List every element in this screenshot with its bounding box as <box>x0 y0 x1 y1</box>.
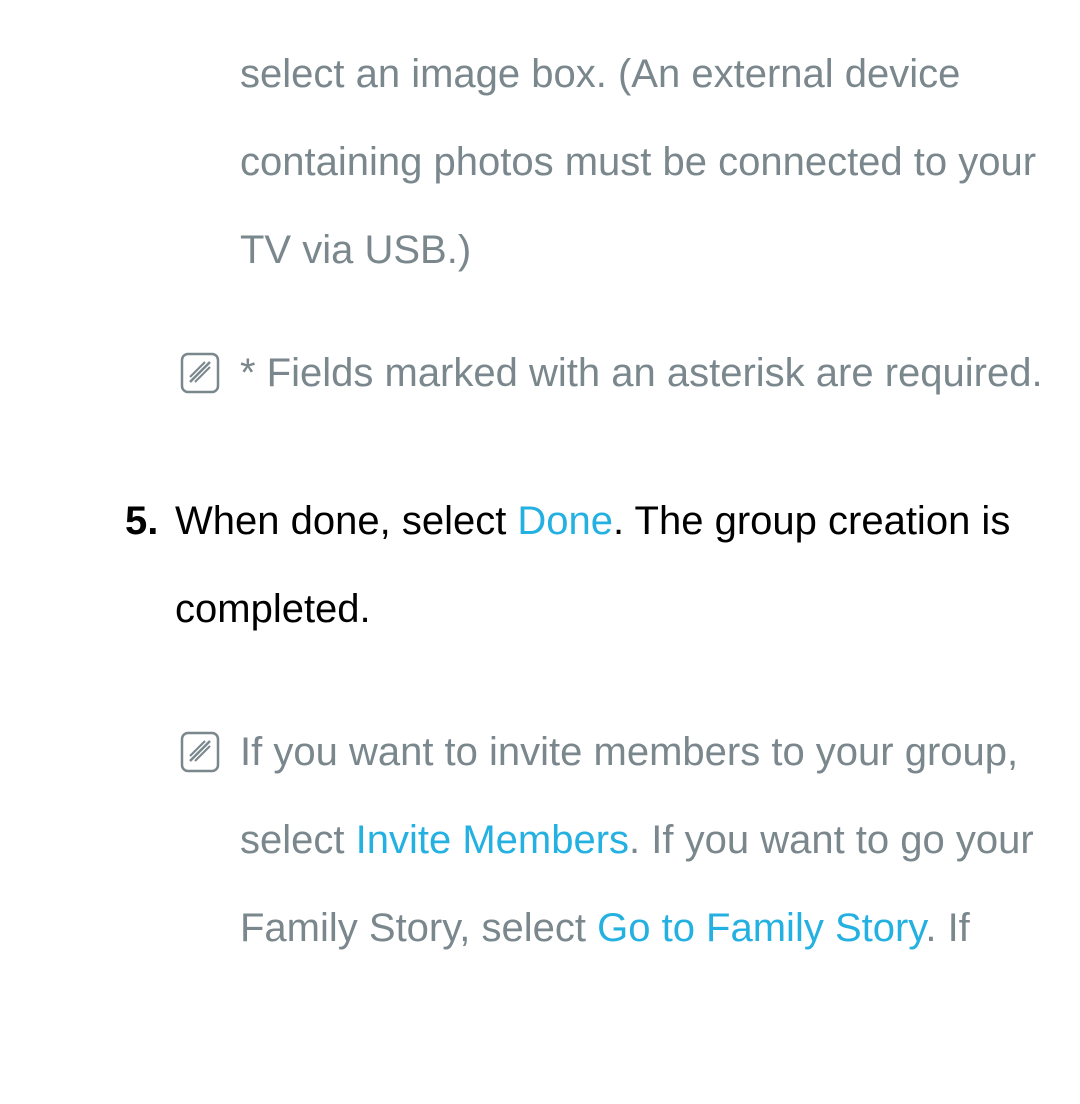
note-block-asterisk: * Fields marked with an asterisk are req… <box>30 329 1050 417</box>
done-label: Done <box>517 499 613 543</box>
invite-members-label: Invite Members <box>356 818 629 862</box>
step-5-block: 5. When done, select Done. The group cre… <box>30 477 1050 653</box>
step-number-5: 5. <box>125 477 158 565</box>
go-to-family-story-label: Go to Family Story <box>597 906 925 950</box>
note2-text-part3: . If <box>925 906 969 950</box>
note-icon <box>180 716 220 758</box>
document-content: select an image box. (An external device… <box>30 30 1050 972</box>
note-block-invite: If you want to invite members to your gr… <box>30 708 1050 972</box>
note-asterisk-text: * Fields marked with an asterisk are req… <box>240 351 1043 395</box>
truncated-text-top: select an image box. (An external device… <box>240 52 1036 272</box>
note-icon <box>180 337 220 379</box>
truncated-paragraph-top: select an image box. (An external device… <box>30 30 1050 294</box>
step5-text-part1: When done, select <box>175 499 517 543</box>
